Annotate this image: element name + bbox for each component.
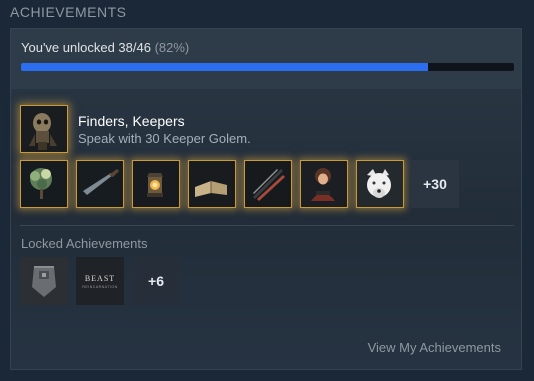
achievements-panel: You've unlocked 38/46 (82%) Finders, Kee… bbox=[10, 28, 522, 370]
view-my-achievements-link[interactable]: View My Achievements bbox=[368, 340, 501, 355]
progress-area: You've unlocked 38/46 (82%) bbox=[11, 29, 521, 89]
achievement-icon-character[interactable] bbox=[300, 160, 348, 208]
achievement-icon-lantern[interactable] bbox=[132, 160, 180, 208]
beast-logo-text: BEAST bbox=[84, 273, 116, 283]
section-title: ACHIEVEMENTS bbox=[10, 4, 127, 20]
progress-percent: (82%) bbox=[154, 40, 190, 55]
locked-achievement-icon-beast[interactable]: BEAST REINCARNATION bbox=[76, 257, 124, 305]
blades-icon bbox=[245, 161, 291, 207]
locked-achievement-icon-armor[interactable] bbox=[20, 257, 68, 305]
achievement-icon-blades[interactable] bbox=[244, 160, 292, 208]
featured-achievement-icon[interactable] bbox=[20, 105, 68, 153]
dagger-icon bbox=[77, 161, 123, 207]
progress-bar bbox=[21, 63, 514, 71]
progress-fill bbox=[21, 63, 429, 71]
more-locked-button[interactable]: +6 bbox=[132, 257, 180, 305]
wolf-icon bbox=[357, 161, 403, 207]
lantern-icon bbox=[133, 161, 179, 207]
achievement-description: Speak with 30 Keeper Golem. bbox=[78, 131, 251, 146]
unlocked-icons-row: +30 bbox=[20, 160, 500, 208]
achievement-icon-tree[interactable] bbox=[20, 160, 68, 208]
beast-logo-subtext: REINCARNATION bbox=[82, 284, 118, 289]
achievement-icon-dagger[interactable] bbox=[76, 160, 124, 208]
locked-achievements-title: Locked Achievements bbox=[21, 236, 148, 251]
progress-label: You've unlocked 38/46 bbox=[21, 40, 151, 55]
achievement-icon-wolf[interactable] bbox=[356, 160, 404, 208]
character-portrait-icon bbox=[301, 161, 347, 207]
skull-golem-icon bbox=[21, 106, 67, 152]
divider bbox=[20, 225, 514, 226]
book-icon bbox=[189, 161, 235, 207]
achievement-icon-book[interactable] bbox=[188, 160, 236, 208]
beast-logo-icon: BEAST REINCARNATION bbox=[82, 274, 117, 289]
armor-icon bbox=[20, 257, 68, 305]
tree-icon bbox=[21, 161, 67, 207]
progress-text: You've unlocked 38/46 (82%) bbox=[21, 40, 189, 55]
more-unlocked-button[interactable]: +30 bbox=[411, 160, 459, 208]
achievement-name: Finders, Keepers bbox=[78, 113, 185, 129]
